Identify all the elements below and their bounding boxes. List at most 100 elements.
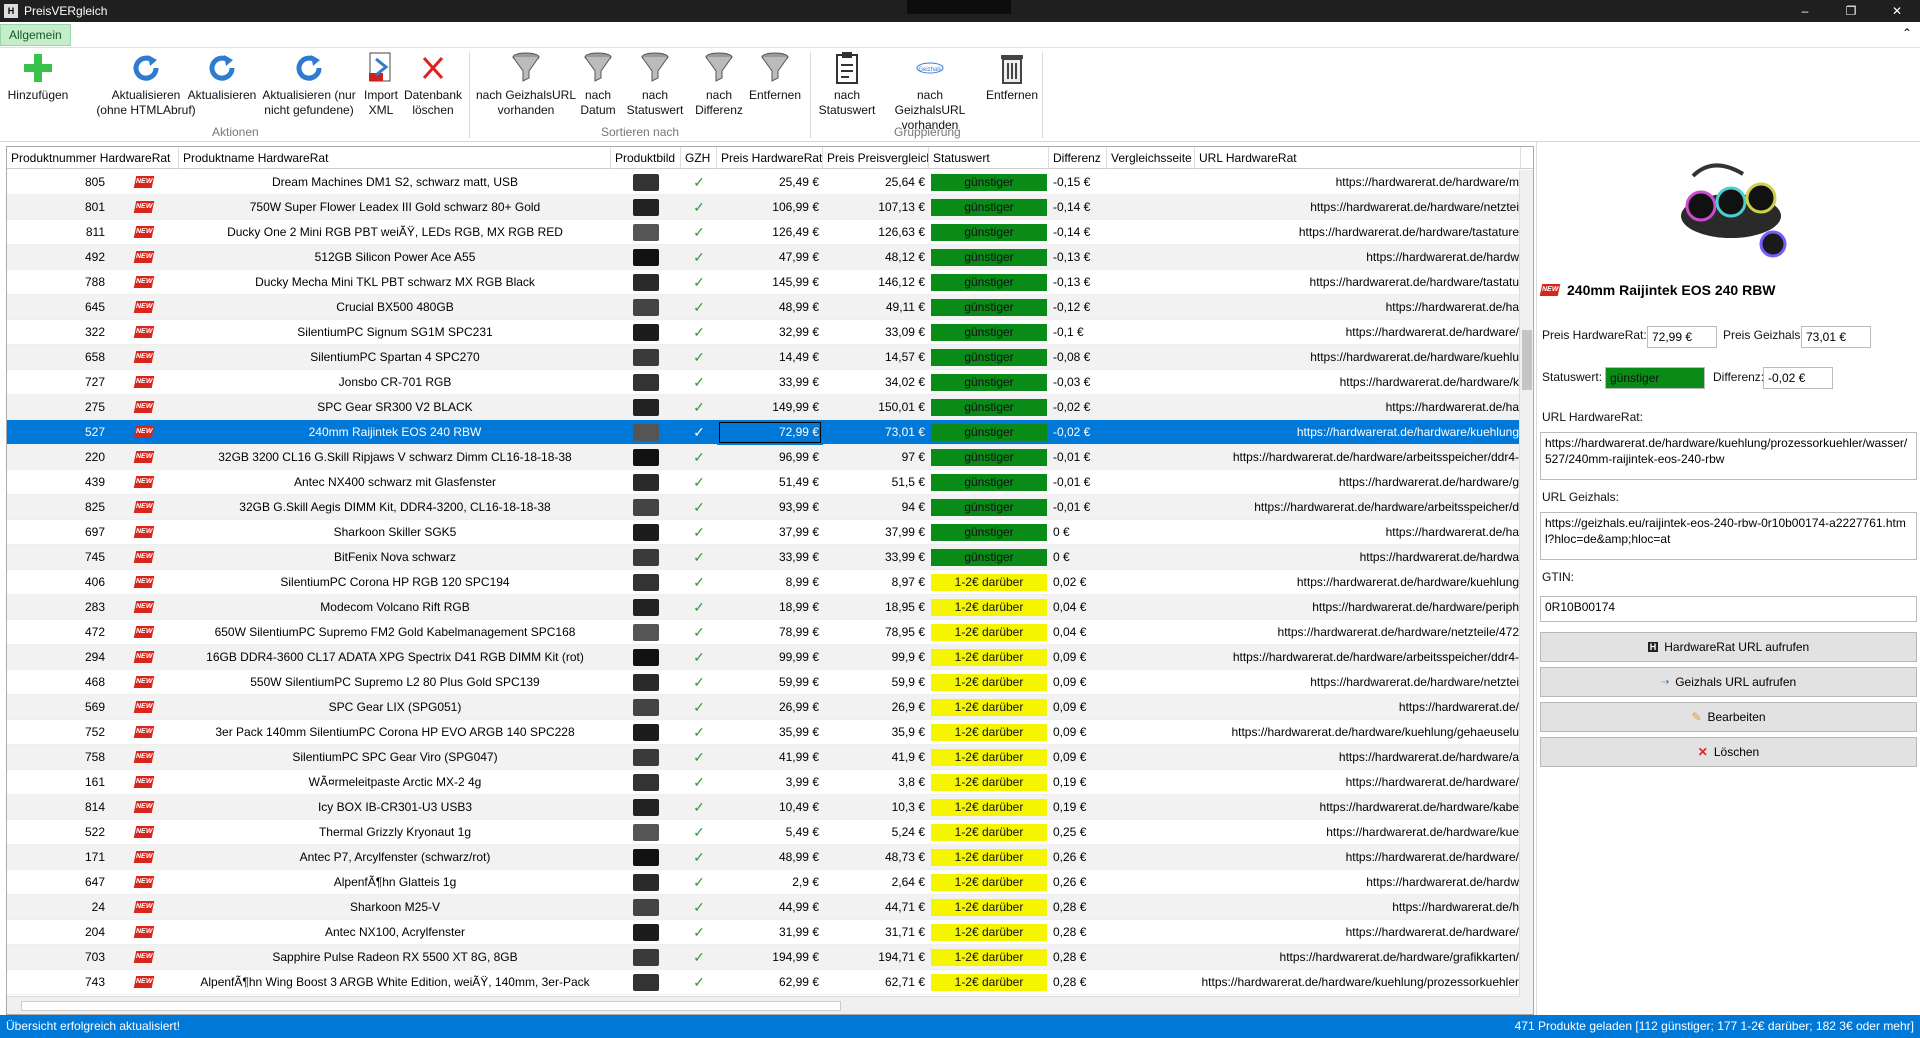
- cell-statuswert: 1-2€ darüber: [929, 645, 1049, 670]
- table-row[interactable]: 439 NEW Antec NX400 schwarz mit Glasfenste…: [7, 470, 1521, 495]
- preis-hardwarerat-field[interactable]: 72,99 €: [1647, 326, 1717, 348]
- ribbon-button-13[interactable]: Entfernen: [984, 50, 1040, 103]
- ribbon-button-0[interactable]: Hinzufügen: [6, 50, 70, 103]
- table-row[interactable]: 814 NEW Icy BOX IB-CR301-U3 USB3 ✓ 10,49 € 10…: [7, 795, 1521, 820]
- ribbon-button-8[interactable]: nach Statuswert: [624, 50, 686, 118]
- table-row[interactable]: 472 NEW 650W SilentiumPC Supremo FM2 Gold …: [7, 620, 1521, 645]
- ribbon-button-10[interactable]: Entfernen: [748, 50, 802, 103]
- tab-allgemein[interactable]: Allgemein: [0, 24, 71, 46]
- ribbon-button-7[interactable]: nach Datum: [578, 50, 618, 118]
- table-row[interactable]: 294 NEW 16GB DDR4-3600 CL17 ADATA XPG Spec…: [7, 645, 1521, 670]
- table-row[interactable]: 788 NEW Ducky Mecha Mini TKL PBT schwarz M…: [7, 270, 1521, 295]
- preis-geizhals-field[interactable]: 73,01 €: [1801, 326, 1871, 348]
- edit-button[interactable]: ✎ Bearbeiten: [1540, 702, 1917, 732]
- cell-gzh-check-icon: ✓: [693, 723, 705, 740]
- differenz-field[interactable]: -0,02 €: [1763, 367, 1833, 389]
- horizontal-scrollbar[interactable]: [7, 996, 1521, 1014]
- col-header-produktname[interactable]: Produktname HardwareRat: [179, 147, 611, 169]
- table-row[interactable]: 24 NEW Sharkoon M25-V ✓ 44,99 € 44,71 € 1-2€ d…: [7, 895, 1521, 920]
- new-badge-icon: NEW: [133, 251, 155, 263]
- minimize-button[interactable]: –: [1782, 0, 1828, 22]
- ribbon-button-3[interactable]: Aktualisieren (nur nicht gefundene): [262, 50, 356, 118]
- col-header-gzh[interactable]: GZH: [681, 147, 717, 169]
- url-geizhals-field[interactable]: https://geizhals.eu/raijintek-eos-240-rb…: [1540, 512, 1917, 560]
- table-row[interactable]: 204 NEW Antec NX100, Acrylfenster ✓ 31,99 € 3…: [7, 920, 1521, 945]
- cell-url-hardwarerat: https://hardwarerat.de/hardware/: [1345, 324, 1519, 339]
- col-header-preis-hardwarerat[interactable]: Preis HardwareRat: [717, 147, 823, 169]
- statuswert-field[interactable]: günstiger: [1605, 367, 1705, 389]
- table-row[interactable]: 275 NEW SPC Gear SR300 V2 BLACK ✓ 149,99 € 15…: [7, 395, 1521, 420]
- product-grid[interactable]: Produktnummer HardwareRat Produktname Ha…: [6, 146, 1534, 1015]
- vertical-scroll-thumb[interactable]: [1522, 330, 1532, 390]
- cell-preis-preisvergleich: 8,97 €: [891, 574, 925, 589]
- col-header-preis-preisvergleich[interactable]: Preis Preisvergleich: [823, 147, 929, 169]
- col-header-produktnummer[interactable]: Produktnummer HardwareRat: [7, 147, 179, 169]
- table-row[interactable]: 811 NEW Ducky One 2 Mini RGB PBT weiÃŸ, LE…: [7, 220, 1521, 245]
- table-row[interactable]: 825 NEW 32GB G.Skill Aegis DIMM Kit, DDR4-…: [7, 495, 1521, 520]
- collapse-ribbon-icon[interactable]: ⌃: [1902, 26, 1912, 40]
- import-icon: [367, 50, 395, 86]
- table-row[interactable]: 758 NEW SilentiumPC SPC Gear Viro (SPG047)…: [7, 745, 1521, 770]
- table-row[interactable]: 283 NEW Modecom Volcano Rift RGB ✓ 18,99 € 18…: [7, 595, 1521, 620]
- cell-url-hardwarerat: https://hardwarerat.de/ha: [1385, 299, 1519, 314]
- col-header-statuswert[interactable]: Statuswert: [929, 147, 1049, 169]
- ribbon-button-label: Import: [363, 88, 398, 102]
- table-row[interactable]: 161 NEW WÃ¤rmeleitpaste Arctic MX-2 4g ✓ 3,9…: [7, 770, 1521, 795]
- status-badge: 1-2€ darüber: [931, 673, 1047, 691]
- ribbon-button-2[interactable]: Aktualisieren: [184, 50, 260, 103]
- table-row[interactable]: 492 NEW 512GB Silicon Power Ace A55 ✓ 47,99 …: [7, 245, 1521, 270]
- cell-gzh-check-icon: ✓: [693, 898, 705, 915]
- table-row[interactable]: 745 NEW BitFenix Nova schwarz ✓ 33,99 € 33,99…: [7, 545, 1521, 570]
- ribbon-button-5[interactable]: Datenbank löschen: [402, 50, 464, 118]
- table-row[interactable]: 805 NEW Dream Machines DM1 S2, schwarz mat…: [7, 170, 1521, 195]
- cell-produktname: SPC Gear SR300 V2 BLACK: [317, 399, 473, 414]
- ribbon-button-6[interactable]: nach GeizhalsURL vorhanden: [474, 50, 578, 118]
- table-row[interactable]: 645 NEW Crucial BX500 480GB ✓ 48,99 € 49,11 €…: [7, 295, 1521, 320]
- table-row[interactable]: 727 NEW Jonsbo CR-701 RGB ✓ 33,99 € 34,02 € gü…: [7, 370, 1521, 395]
- table-row[interactable]: 658 NEW SilentiumPC Spartan 4 SPC270 ✓ 14,49…: [7, 345, 1521, 370]
- table-row[interactable]: 527 NEW 240mm Raijintek EOS 240 RBW ✓ 72,99 …: [7, 419, 1521, 445]
- ribbon-button-11[interactable]: nach Statuswert: [819, 50, 875, 118]
- gtin-field[interactable]: 0R10B00174: [1540, 596, 1917, 622]
- vertical-scrollbar[interactable]: [1519, 170, 1533, 1014]
- table-row[interactable]: 406 NEW SilentiumPC Corona HP RGB 120 SPC1…: [7, 570, 1521, 595]
- delete-button[interactable]: ✕ Löschen: [1540, 737, 1917, 767]
- cell-produktname: SPC Gear LIX (SPG051): [328, 699, 462, 714]
- ribbon-button-12[interactable]: Geizhals nach GeizhalsURL vorhanden: [882, 50, 978, 133]
- table-row[interactable]: 801 NEW 750W Super Flower Leadex III Gold …: [7, 195, 1521, 220]
- cell-preis-hardwarerat: 62,99 €: [778, 974, 819, 989]
- table-row[interactable]: 322 NEW SilentiumPC Signum SG1M SPC231 ✓ 32,…: [7, 320, 1521, 345]
- ribbon-button-9[interactable]: nach Differenz: [694, 50, 744, 118]
- table-row[interactable]: 647 NEW AlpenfÃ¶hn Glatteis 1g ✓ 2,9 € 2,64 €…: [7, 870, 1521, 895]
- ribbon-button-4[interactable]: Import XML: [360, 50, 402, 118]
- col-header-differenz[interactable]: Differenz: [1049, 147, 1107, 169]
- cell-produktname: Ducky One 2 Mini RGB PBT weiÃŸ, LEDs RGB…: [227, 224, 563, 239]
- cell-produktname: SilentiumPC Signum SG1M SPC231: [297, 324, 493, 339]
- table-row[interactable]: 569 NEW SPC Gear LIX (SPG051) ✓ 26,99 € 26,9 …: [7, 695, 1521, 720]
- table-row[interactable]: 220 NEW 32GB 3200 CL16 G.Skill Ripjaws V s…: [7, 445, 1521, 470]
- col-header-url-hardwarerat[interactable]: URL HardwareRat: [1195, 147, 1521, 169]
- maximize-button[interactable]: ❐: [1828, 0, 1874, 22]
- geizhals-url-button[interactable]: ⇢ Geizhals URL aufrufen: [1540, 667, 1917, 697]
- table-row[interactable]: 743 NEW AlpenfÃ¶hn Wing Boost 3 ARGB White…: [7, 970, 1521, 995]
- new-badge-icon: NEW: [133, 426, 155, 438]
- new-badge-icon: NEW: [133, 476, 155, 488]
- cell-url-hardwarerat: https://hardwarerat.de/hardware/: [1345, 924, 1519, 939]
- table-row[interactable]: 171 NEW Antec P7, Arcylfenster (schwarz/ro…: [7, 845, 1521, 870]
- status-badge: 1-2€ darüber: [931, 598, 1047, 616]
- col-header-produktbild[interactable]: Produktbild: [611, 147, 681, 169]
- new-badge-icon: NEW: [133, 601, 155, 613]
- table-row[interactable]: 697 NEW Sharkoon Skiller SGK5 ✓ 37,99 € 37,99…: [7, 520, 1521, 545]
- cell-preis-preisvergleich: 25,64 €: [884, 174, 925, 189]
- close-button[interactable]: ✕: [1874, 0, 1920, 22]
- horizontal-scroll-thumb[interactable]: [21, 1001, 841, 1011]
- url-hardwarerat-field[interactable]: https://hardwarerat.de/hardware/kuehlung…: [1540, 432, 1917, 480]
- new-badge-icon: NEW: [133, 676, 155, 688]
- col-header-vergleichsseite[interactable]: Vergleichsseite: [1107, 147, 1195, 169]
- table-row[interactable]: 703 NEW Sapphire Pulse Radeon RX 5500 XT 8…: [7, 945, 1521, 970]
- hardwarerat-url-button[interactable]: H HardwareRat URL aufrufen: [1540, 632, 1917, 662]
- table-row[interactable]: 522 NEW Thermal Grizzly Kryonaut 1g ✓ 5,49 €…: [7, 820, 1521, 845]
- cell-preis-preisvergleich: 97 €: [901, 449, 925, 464]
- table-row[interactable]: 468 NEW 550W SilentiumPC Supremo L2 80 Plu…: [7, 670, 1521, 695]
- table-row[interactable]: 752 NEW 3er Pack 140mm SilentiumPC Corona …: [7, 720, 1521, 745]
